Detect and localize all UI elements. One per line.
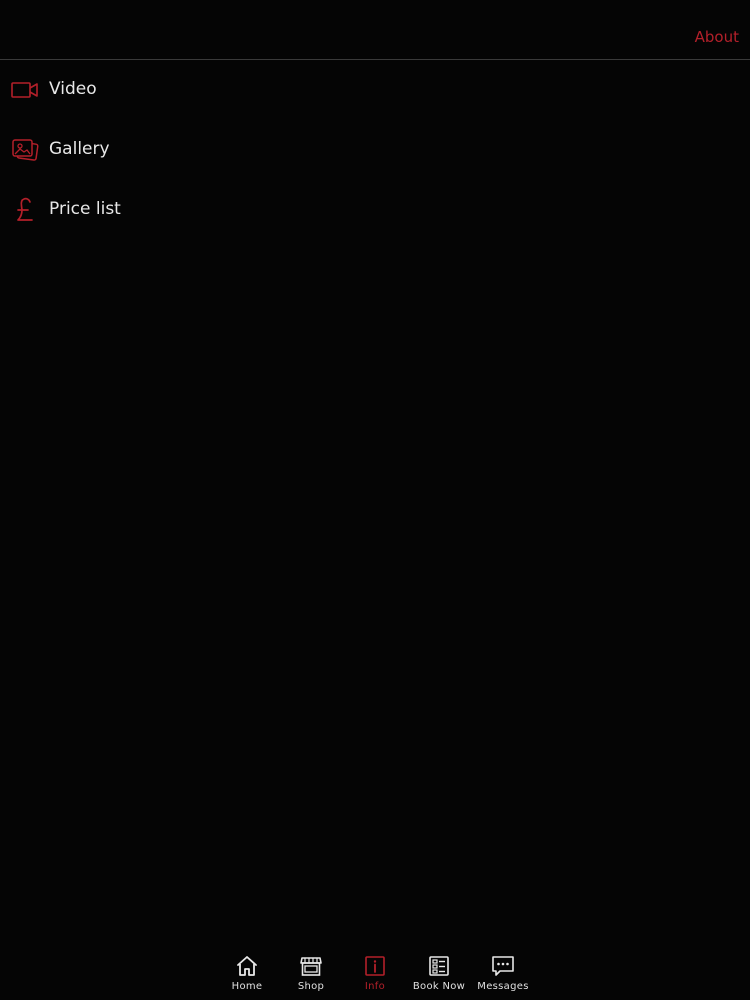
info-menu-list: Video Gallery Price list <box>0 60 750 240</box>
messages-icon <box>491 954 515 978</box>
menu-item-label: Video <box>49 79 97 99</box>
menu-item-gallery[interactable]: Gallery <box>0 120 750 180</box>
book-now-icon <box>427 954 451 978</box>
top-bar: About <box>0 0 750 60</box>
gallery-icon <box>11 137 39 163</box>
tab-book-now[interactable]: Book Now <box>407 940 471 1000</box>
tab-label: Info <box>364 981 386 992</box>
home-icon <box>235 954 259 978</box>
video-camera-icon <box>11 77 39 103</box>
menu-item-price-list[interactable]: Price list <box>0 180 750 240</box>
tab-label: Shop <box>297 981 325 992</box>
tab-label: Messages <box>477 981 529 992</box>
tab-home[interactable]: Home <box>215 940 279 1000</box>
about-link[interactable]: About <box>695 28 739 46</box>
menu-item-video[interactable]: Video <box>0 60 750 120</box>
menu-item-label: Gallery <box>49 139 110 159</box>
tab-label: Book Now <box>412 981 466 992</box>
tab-info[interactable]: Info <box>343 940 407 1000</box>
tab-messages[interactable]: Messages <box>471 940 535 1000</box>
shop-icon <box>299 954 323 978</box>
bottom-tab-bar: Home Shop Info Book Now Messages <box>0 940 750 1000</box>
app-screen: About Video Gallery Price list Home Shop… <box>0 0 750 1000</box>
info-icon <box>363 954 387 978</box>
menu-item-label: Price list <box>49 199 121 219</box>
tab-shop[interactable]: Shop <box>279 940 343 1000</box>
pound-sign-icon <box>11 197 39 223</box>
tab-label: Home <box>231 981 263 992</box>
